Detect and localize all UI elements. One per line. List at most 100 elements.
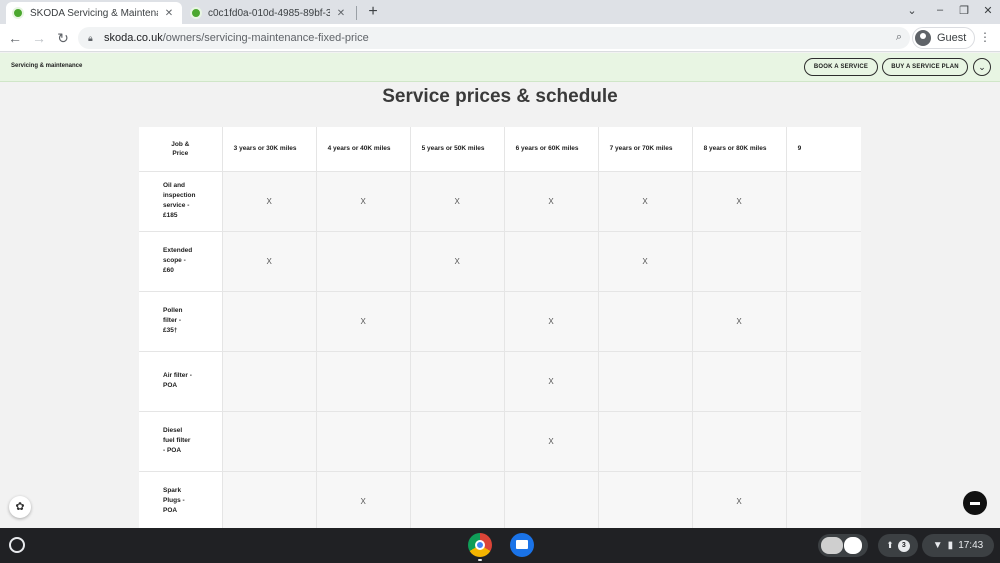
job-label-line: Oil and bbox=[163, 181, 186, 189]
files-app-icon[interactable] bbox=[510, 533, 534, 557]
status-tray[interactable]: ▼ ▮ 17:43 bbox=[922, 534, 994, 557]
schedule-cell bbox=[503, 231, 599, 292]
job-label-line: £185 bbox=[163, 212, 178, 220]
cookie-icon[interactable]: ✿ bbox=[9, 496, 31, 518]
table-row: Oil and inspection service - £185 X X X X X X bbox=[139, 171, 861, 232]
schedule-cell: X bbox=[315, 291, 411, 352]
schedule-cell: X bbox=[315, 171, 411, 232]
column-header: 8 years or 80K miles bbox=[691, 127, 787, 172]
holding-space[interactable] bbox=[818, 534, 868, 557]
job-label-line: Pollen bbox=[163, 306, 183, 314]
schedule-cell: X bbox=[409, 231, 505, 292]
minimize-icon[interactable]: ‒ bbox=[932, 4, 948, 16]
schedule-cell bbox=[785, 471, 861, 528]
search-icon[interactable]: ⌕ bbox=[896, 31, 902, 44]
corner-line: Price bbox=[172, 149, 189, 157]
schedule-cell bbox=[221, 411, 317, 472]
profile-button[interactable]: Guest bbox=[912, 27, 976, 49]
reload-icon[interactable]: ↻ bbox=[54, 29, 72, 47]
launcher-icon[interactable] bbox=[9, 537, 25, 553]
schedule-cell bbox=[785, 291, 861, 352]
job-price-label: Oil and inspection service - £185 bbox=[139, 171, 223, 232]
notification-tray[interactable]: ⬆ 3 bbox=[878, 534, 918, 557]
tab-skoda-servicing[interactable]: ŠKODA Servicing & Maintenance ✕ bbox=[6, 2, 182, 24]
clock: 17:43 bbox=[958, 540, 984, 551]
schedule-cell bbox=[597, 411, 693, 472]
job-label-line: service - bbox=[163, 202, 190, 209]
close-icon[interactable]: ✕ bbox=[162, 8, 176, 19]
forward-arrow-icon[interactable]: → bbox=[30, 29, 48, 47]
schedule-cell: X bbox=[503, 351, 599, 412]
address-bar[interactable]: 🔒︎ skoda.co.uk/owners/servicing-maintena… bbox=[78, 27, 910, 49]
book-service-button[interactable]: BOOK A SERVICE bbox=[804, 58, 878, 76]
schedule-cell bbox=[597, 351, 693, 412]
kebab-menu-icon[interactable]: ⋮ bbox=[978, 30, 992, 44]
schedule-cell bbox=[785, 231, 861, 292]
schedule-cell bbox=[315, 231, 411, 292]
url-host: skoda.co.uk bbox=[104, 32, 163, 44]
chrome-app-icon[interactable] bbox=[468, 533, 492, 557]
job-price-label: Extended scope - £60 bbox=[139, 231, 223, 292]
schedule-cell bbox=[691, 351, 787, 412]
job-label-line: Air filter - bbox=[163, 371, 192, 379]
table-row: Diesel fuel filter - POA X bbox=[139, 411, 861, 472]
schedule-cell bbox=[691, 411, 787, 472]
schedule-cell bbox=[785, 411, 861, 472]
schedule-cell: X bbox=[315, 471, 411, 528]
job-label-line: POA bbox=[163, 382, 178, 389]
new-tab-button[interactable]: + bbox=[364, 2, 382, 22]
schedule-cell: X bbox=[691, 471, 787, 528]
lock-icon: 🔒︎ bbox=[88, 32, 93, 43]
job-label-line: scope - bbox=[163, 256, 186, 264]
chevron-down-icon[interactable]: ⌄ bbox=[973, 58, 991, 76]
schedule-cell bbox=[409, 411, 505, 472]
wifi-icon: ▼ bbox=[932, 540, 943, 551]
job-label-line: - POA bbox=[163, 447, 182, 455]
screenshot-thumbnail[interactable] bbox=[821, 537, 843, 554]
screenshot-thumbnail[interactable] bbox=[844, 537, 862, 554]
schedule-cell bbox=[409, 291, 505, 352]
tab-title: c0c1fd0a-010d-4985-89bf-3c0a bbox=[208, 7, 330, 19]
browser-toolbar: ← → ↻ 🔒︎ skoda.co.uk/owners/servicing-ma… bbox=[0, 24, 1000, 52]
schedule-cell bbox=[785, 351, 861, 412]
tab-search-chevron-icon[interactable]: ⌄ bbox=[904, 4, 920, 17]
column-header: 6 years or 60K miles bbox=[503, 127, 599, 172]
corner-header: Job & Price bbox=[139, 127, 223, 172]
table-row: Spark Plugs - POA X X bbox=[139, 471, 861, 528]
job-label-line: inspection bbox=[163, 191, 196, 199]
buy-service-plan-button[interactable]: BUY A SERVICE PLAN bbox=[882, 58, 968, 76]
schedule-cell: X bbox=[691, 291, 787, 352]
close-window-icon[interactable]: ✕ bbox=[980, 4, 996, 17]
job-label-line: filter - bbox=[163, 316, 182, 324]
schedule-cell bbox=[597, 291, 693, 352]
battery-icon: ▮ bbox=[947, 540, 954, 551]
section-label: Servicing & maintenance bbox=[11, 63, 83, 69]
schedule-cell bbox=[785, 171, 861, 232]
column-header: 3 years or 30K miles bbox=[221, 127, 317, 172]
tab-title: ŠKODA Servicing & Maintenance bbox=[30, 7, 158, 19]
schedule-cell: X bbox=[503, 291, 599, 352]
restore-icon[interactable]: ❐ bbox=[956, 4, 972, 17]
skoda-logo-icon bbox=[190, 7, 202, 19]
job-label-line: Extended bbox=[163, 246, 193, 254]
schedule-cell: X bbox=[221, 231, 317, 292]
column-header: 5 years or 50K miles bbox=[409, 127, 505, 172]
job-price-label: Spark Plugs - POA bbox=[139, 471, 223, 528]
tab-uuid-page[interactable]: c0c1fd0a-010d-4985-89bf-3c0a ✕ bbox=[184, 2, 354, 24]
avatar bbox=[915, 30, 931, 46]
schedule-cell bbox=[409, 351, 505, 412]
job-label-line: £35† bbox=[163, 327, 178, 335]
job-label-line: £60 bbox=[163, 267, 174, 275]
schedule-cell bbox=[503, 471, 599, 528]
table-header-row: Job & Price 3 years or 30K miles 4 years … bbox=[139, 127, 861, 172]
close-icon[interactable]: ✕ bbox=[334, 8, 348, 19]
table-row: Air filter - POA X bbox=[139, 351, 861, 412]
schedule-cell bbox=[315, 351, 411, 412]
schedule-cell bbox=[221, 291, 317, 352]
table-row: Extended scope - £60 X X X bbox=[139, 231, 861, 292]
chat-icon[interactable]: ▬ bbox=[963, 491, 987, 515]
os-shelf: ⬆ 3 ▼ ▮ 17:43 bbox=[0, 528, 1000, 563]
schedule-cell bbox=[597, 471, 693, 528]
back-arrow-icon[interactable]: ← bbox=[6, 29, 24, 47]
job-price-label: Pollen filter - £35† bbox=[139, 291, 223, 352]
